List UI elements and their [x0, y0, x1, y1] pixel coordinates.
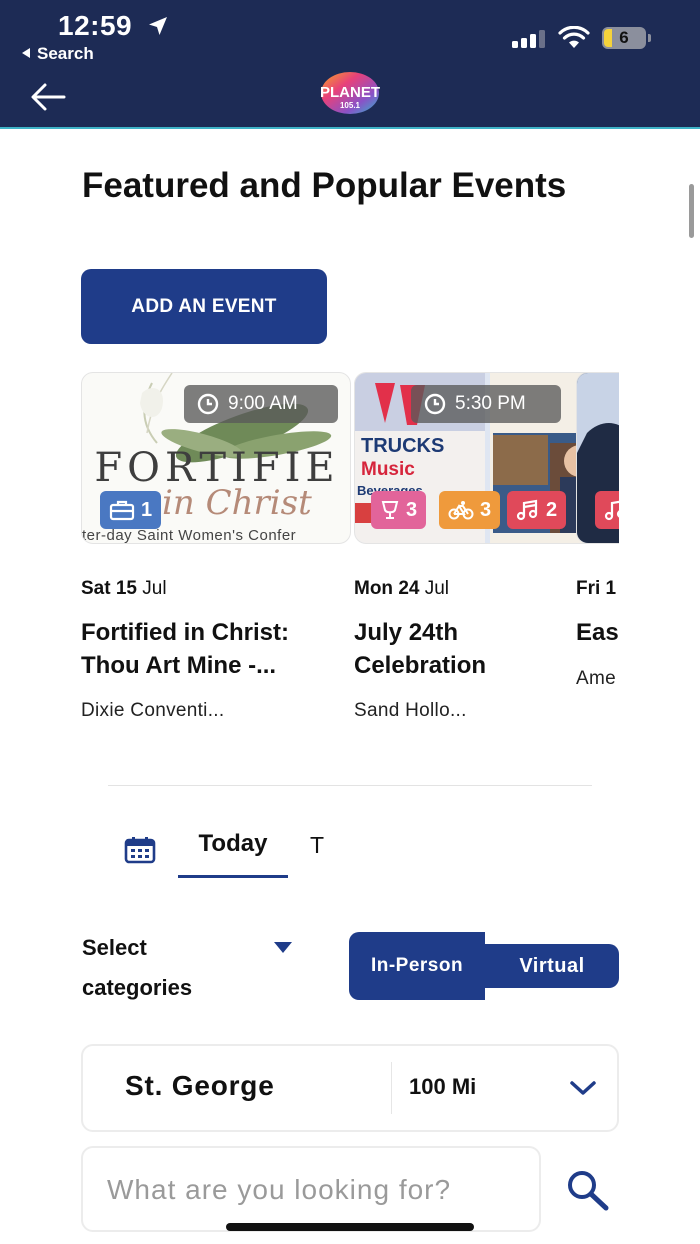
badge-count: 3 [480, 498, 492, 521]
event-image [576, 372, 619, 544]
logo-subtext: 105.1 [340, 101, 361, 110]
search-field [81, 1146, 541, 1232]
event-date: Sat 15 Jul [81, 578, 167, 600]
event-card[interactable]: FORTIFIE in Christ ter-day Saint Women's… [81, 372, 353, 732]
search-input[interactable] [107, 1168, 469, 1212]
event-date-month: Jul [142, 578, 167, 599]
category-badge: 3 [371, 491, 427, 529]
calendar-icon[interactable] [124, 836, 156, 864]
event-time-chip: 5:30 PM [411, 385, 561, 423]
active-tab-underline [178, 875, 288, 878]
back-arrow-icon[interactable] [28, 80, 68, 114]
caret-down-icon [274, 942, 292, 953]
event-type-toggle: In-Person Virtual [349, 932, 619, 1000]
event-time-chip: 9:00 AM [184, 385, 338, 423]
battery-level: 6 [619, 28, 629, 47]
scrollbar[interactable] [689, 184, 694, 238]
category-badge: 3 [439, 491, 501, 529]
image-text-line: Music [361, 459, 415, 480]
search-icon[interactable] [564, 1168, 612, 1212]
header-accent-line [0, 127, 700, 129]
category-badge: 1 [100, 491, 162, 529]
location-selector: St. George 100 Mi [81, 1044, 619, 1132]
music-note-icon [516, 499, 538, 521]
image-text-line: TRUCKS [361, 435, 445, 457]
image-text-line: ter-day Saint Women's Confer [82, 527, 297, 544]
event-date-month: Jul [424, 578, 450, 599]
in-person-option[interactable]: In-Person [349, 932, 485, 1000]
clock-icon [197, 393, 219, 415]
page-title: Featured and Popular Events [82, 166, 567, 205]
event-date-day: Sat 15 [81, 578, 137, 599]
status-time: 12:59 [58, 10, 133, 41]
category-badge: 2 [507, 491, 567, 529]
music-note-icon [604, 500, 619, 521]
event-title-line: Fortified in Christ: [81, 619, 289, 646]
radius-value[interactable]: 100 Mi [409, 1074, 476, 1100]
location-city[interactable]: St. George [125, 1070, 275, 1102]
tab-next[interactable]: T [310, 832, 324, 859]
briefcase-icon [109, 500, 135, 521]
category-select[interactable]: Select categories [82, 928, 302, 1008]
back-app-label: Search [37, 44, 94, 63]
tab-today[interactable]: Today [178, 830, 288, 878]
event-image: FORTIFIE in Christ ter-day Saint Women's… [81, 372, 351, 544]
event-date: Mon 24 Jul [354, 578, 449, 600]
featured-events-carousel[interactable]: FORTIFIE in Christ ter-day Saint Women's… [81, 372, 619, 732]
planet-logo: PLANET 105.1 [320, 72, 380, 114]
badge-count: 3 [406, 498, 418, 521]
category-badge [595, 491, 619, 529]
event-date: Fri 1 [576, 578, 616, 600]
bicycle-icon [448, 501, 474, 520]
tab-today-label: Today [198, 830, 268, 857]
event-title[interactable]: Eas [576, 616, 619, 649]
event-card[interactable]: Fri 1 Eas Ame [576, 372, 619, 732]
badge-count: 1 [141, 498, 153, 521]
section-divider [108, 785, 592, 786]
event-time: 5:30 PM [455, 393, 526, 414]
location-arrow-icon [149, 17, 167, 35]
image-text-line: in Christ [162, 483, 312, 523]
event-title[interactable]: Fortified in Christ: Thou Art Mine -... [81, 616, 353, 682]
award-icon [381, 501, 399, 519]
battery-icon: 6 [602, 27, 651, 49]
event-time: 9:00 AM [228, 393, 298, 414]
back-to-search-link[interactable]: Search [22, 44, 94, 64]
wifi-icon [558, 26, 590, 48]
category-select-label: Select categories [82, 935, 193, 1000]
location-separator [391, 1062, 392, 1114]
cellular-signal-icon [512, 30, 548, 48]
logo-text: PLANET [320, 84, 380, 101]
badge-count: 2 [546, 498, 558, 521]
chevron-down-icon[interactable] [569, 1078, 597, 1098]
event-venue: Sand Hollo... [354, 700, 467, 721]
add-event-button[interactable]: ADD AN EVENT [81, 269, 327, 344]
event-date-day: Fri 1 [576, 578, 617, 599]
event-title-line: Thou Art Mine -... [81, 652, 277, 679]
event-title-line: Eas [576, 619, 619, 646]
event-venue: Dixie Conventi... [81, 700, 225, 721]
app-header: 12:59 Search 6 PLANET 105.1 [0, 0, 700, 128]
clock-icon [424, 393, 446, 415]
event-date-day: Mon 24 [354, 578, 420, 599]
back-triangle-icon [22, 48, 30, 58]
event-venue: Ame [576, 668, 616, 689]
home-indicator[interactable] [226, 1223, 474, 1231]
virtual-option[interactable]: Virtual [485, 944, 619, 988]
